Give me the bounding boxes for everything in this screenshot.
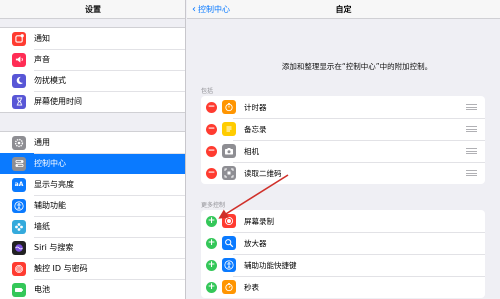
sidebar-item-display-brightness[interactable]: aA 显示与亮度 (0, 174, 185, 195)
list-item-label: 辅助功能快捷键 (244, 260, 297, 270)
add-button[interactable]: + (206, 259, 217, 271)
reorder-handle[interactable] (466, 148, 477, 154)
sidebar-item-label: 辅助功能 (34, 201, 66, 210)
list-item-accessibility-shortcut: + 辅助功能快捷键 (201, 254, 485, 276)
sidebar-item-label: Siri 与搜索 (34, 243, 74, 252)
settings-sidebar: 设置 通知 声音 勿扰模式 屏幕使用时间 通用 控制中心 aA 显示与亮度 辅助… (0, 0, 186, 299)
remove-button[interactable]: − (206, 145, 217, 157)
sidebar-item-wallpaper[interactable]: 墙纸 (0, 216, 185, 237)
sidebar-item-label: 勿扰模式 (34, 76, 66, 85)
include-list: − 计时器 − 备忘录 − 相机 − 读取二维码 (201, 96, 485, 184)
notes-icon (222, 122, 236, 136)
reorder-handle[interactable] (466, 126, 477, 132)
qr-code-icon (222, 166, 236, 180)
add-button[interactable]: + (206, 281, 217, 293)
sidebar-item-label: 屏幕使用时间 (34, 97, 82, 106)
sidebar-item-battery[interactable]: 电池 (0, 279, 185, 299)
add-button[interactable]: + (206, 215, 217, 227)
list-item-timer: − 计时器 (201, 96, 485, 118)
sidebar-item-label: 触控 ID 与密码 (34, 264, 88, 273)
navigation-bar: ‹ 控制中心 自定 (187, 0, 500, 19)
sidebar-item-label: 声音 (34, 55, 50, 64)
siri-icon (12, 240, 26, 255)
list-item-label: 屏幕录制 (244, 216, 274, 226)
list-item-label: 读取二维码 (244, 168, 282, 178)
sidebar-group-1: 通知 声音 勿扰模式 屏幕使用时间 (0, 27, 185, 113)
sidebar-item-label: 通知 (34, 34, 50, 43)
list-item-screen-recording: + 屏幕录制 (201, 210, 485, 232)
list-item-magnifier: + 放大器 (201, 232, 485, 254)
battery-icon (12, 282, 26, 297)
more-controls-list: + 屏幕录制 + 放大器 + 辅助功能快捷键 + 秒表 (201, 210, 485, 298)
sidebar-item-label: 通用 (34, 138, 50, 147)
reorder-handle[interactable] (466, 104, 477, 110)
control-center-icon (12, 156, 26, 171)
sidebar-item-label: 显示与亮度 (34, 180, 74, 189)
timer-icon (222, 100, 236, 114)
sidebar-item-sounds[interactable]: 声音 (0, 49, 185, 70)
list-item-label: 计时器 (244, 102, 267, 112)
list-item-label: 相机 (244, 146, 259, 156)
sidebar-item-label: 电池 (34, 285, 50, 294)
list-item-notes: − 备忘录 (201, 118, 485, 140)
sidebar-item-notifications[interactable]: 通知 (0, 28, 185, 49)
do-not-disturb-icon (12, 73, 26, 88)
sidebar-item-accessibility[interactable]: 辅助功能 (0, 195, 185, 216)
list-item-label: 备忘录 (244, 124, 267, 134)
touch-id-icon (12, 261, 26, 276)
sidebar-item-label: 墙纸 (34, 222, 50, 231)
sidebar-item-screen-time[interactable]: 屏幕使用时间 (0, 91, 185, 112)
page-title: 自定 (335, 5, 352, 14)
magnifier-icon (222, 236, 236, 250)
reorder-handle[interactable] (466, 170, 477, 176)
remove-button[interactable]: − (206, 167, 217, 179)
remove-button[interactable]: − (206, 123, 217, 135)
stopwatch-icon (222, 280, 236, 294)
sidebar-title: 设置 (0, 0, 185, 19)
sidebar-group-2: 通用 控制中心 aA 显示与亮度 辅助功能 墙纸 Siri 与搜索 触控 ID … (0, 131, 185, 299)
screen-time-icon (12, 94, 26, 109)
sidebar-item-siri[interactable]: Siri 与搜索 (0, 237, 185, 258)
sounds-icon (12, 52, 26, 67)
list-item-stopwatch: + 秒表 (201, 276, 485, 298)
more-controls-section-header: 更多控制 (201, 202, 226, 209)
notifications-icon (12, 31, 26, 46)
remove-button[interactable]: − (206, 101, 217, 113)
wallpaper-icon (12, 219, 26, 234)
list-item-qr-reader: − 读取二维码 (201, 162, 485, 184)
customize-controls-panel: ‹ 控制中心 自定 添加和整理显示在“控制中心”中的附加控制。 包括 − 计时器… (187, 0, 500, 299)
sidebar-item-label: 控制中心 (34, 159, 66, 168)
list-item-label: 放大器 (244, 238, 267, 248)
general-icon (12, 135, 26, 150)
add-button[interactable]: + (206, 237, 217, 249)
sidebar-item-do-not-disturb[interactable]: 勿扰模式 (0, 70, 185, 91)
camera-icon (222, 144, 236, 158)
list-item-camera: − 相机 (201, 140, 485, 162)
sidebar-item-general[interactable]: 通用 (0, 132, 185, 153)
include-section-header: 包括 (201, 88, 214, 95)
display-brightness-icon: aA (12, 177, 26, 192)
screen-recording-icon (222, 214, 236, 228)
sidebar-item-control-center[interactable]: 控制中心 (0, 153, 185, 174)
accessibility-shortcut-icon (222, 258, 236, 272)
sidebar-item-touch-id[interactable]: 触控 ID 与密码 (0, 258, 185, 279)
page-description: 添加和整理显示在“控制中心”中的附加控制。 (281, 62, 433, 71)
list-item-label: 秒表 (244, 282, 259, 292)
accessibility-icon (12, 198, 26, 213)
